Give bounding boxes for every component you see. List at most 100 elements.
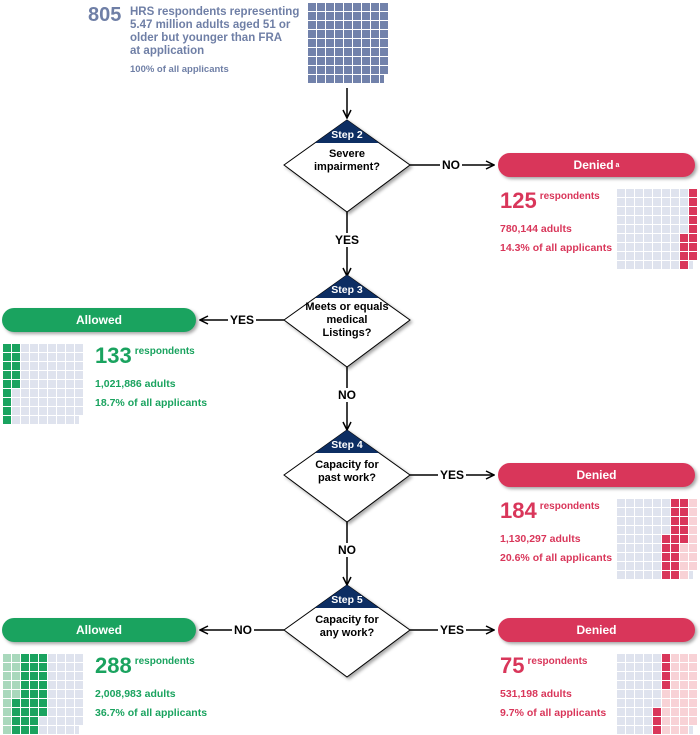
waffle-cell [3, 362, 11, 370]
waffle-cell [617, 544, 625, 552]
denied-step2-footnote: a [615, 161, 620, 169]
intro-count: 805 [88, 4, 122, 26]
waffle-cell [21, 717, 29, 725]
waffle-cell [671, 681, 679, 689]
step2-question-line: Severe [328, 148, 366, 160]
waffle-cell [680, 562, 688, 570]
waffle-cell [30, 407, 38, 415]
denied-step5-waffle [617, 654, 698, 735]
allowed-step5-waffle [3, 654, 84, 735]
waffle-cell [353, 12, 361, 20]
waffle-cell [662, 708, 670, 716]
waffle-cell [66, 708, 74, 716]
waffle-cell [371, 39, 379, 47]
waffle-cell [48, 380, 56, 388]
waffle-cell [662, 243, 670, 251]
waffle-cell [57, 708, 65, 716]
waffle-cell [626, 690, 634, 698]
waffle-cell [689, 672, 697, 680]
waffle-cell [680, 672, 688, 680]
waffle-cell [308, 12, 316, 20]
waffle-cell [39, 389, 47, 397]
waffle-cell [671, 717, 679, 725]
waffle-cell [653, 708, 661, 716]
waffle-cell [635, 261, 643, 269]
waffle-cell [371, 57, 379, 65]
waffle-cell [57, 690, 65, 698]
waffle-cell [21, 681, 29, 689]
waffle-cell [644, 717, 652, 725]
waffle-cell [371, 12, 379, 20]
waffle-cell [75, 362, 83, 370]
waffle-cell [362, 57, 370, 65]
waffle-cell [48, 362, 56, 370]
waffle-cell [12, 380, 20, 388]
waffle-cell [635, 708, 643, 716]
waffle-cell [3, 416, 11, 424]
waffle-cell [653, 535, 661, 543]
waffle-cell [617, 690, 625, 698]
waffle-cell [653, 571, 661, 579]
waffle-cell [617, 234, 625, 242]
waffle-cell [12, 362, 20, 370]
waffle-cell [626, 654, 634, 662]
waffle-cell [3, 717, 11, 725]
waffle-cell [635, 189, 643, 197]
allowed-step5-pill: Allowed [2, 618, 196, 642]
waffle-cell [653, 216, 661, 224]
waffle-cell [653, 225, 661, 233]
waffle-cell [12, 708, 20, 716]
waffle-cell [617, 526, 625, 534]
waffle-cell [362, 12, 370, 20]
waffle-cell [326, 48, 334, 56]
waffle-cell [671, 553, 679, 561]
waffle-cell [671, 499, 679, 507]
waffle-cell [335, 48, 343, 56]
waffle-cell [644, 198, 652, 206]
denied-step2-pill: Denied a [498, 153, 695, 177]
waffle-cell [12, 398, 20, 406]
step3-question-line: medical [326, 314, 368, 326]
waffle-cell [644, 553, 652, 561]
waffle-cell [689, 681, 697, 689]
waffle-cell [57, 717, 65, 725]
waffle-cell [30, 708, 38, 716]
waffle-cell [635, 654, 643, 662]
waffle-cell [3, 690, 11, 698]
waffle-cell [66, 371, 74, 379]
waffle-cell [644, 252, 652, 260]
waffle-cell [362, 39, 370, 47]
step2-title: Step 2 [331, 129, 363, 141]
waffle-cell [689, 216, 697, 224]
waffle-cell [317, 12, 325, 20]
waffle-cell [21, 344, 29, 352]
waffle-cell [39, 398, 47, 406]
waffle-cell [3, 380, 11, 388]
waffle-cell [75, 672, 83, 680]
waffle-cell [39, 371, 47, 379]
waffle-cell [48, 371, 56, 379]
waffle-cell [57, 699, 65, 707]
waffle-cell [39, 380, 47, 388]
waffle-cell [12, 663, 20, 671]
waffle-cell [644, 699, 652, 707]
waffle-cell [653, 207, 661, 215]
waffle-cell [39, 699, 47, 707]
step3-question: Meets or equals medical Listings? [287, 301, 407, 340]
waffle-cell [689, 243, 697, 251]
waffle-cell [75, 344, 83, 352]
waffle-cell [48, 681, 56, 689]
waffle-cell [21, 398, 29, 406]
waffle-cell [335, 75, 343, 83]
waffle-cell [671, 663, 679, 671]
waffle-cell [662, 672, 670, 680]
waffle-cell [353, 57, 361, 65]
waffle-cell [617, 261, 625, 269]
waffle-cell [75, 380, 83, 388]
waffle-cell [3, 699, 11, 707]
waffle-cell [671, 526, 679, 534]
waffle-cell [380, 3, 388, 11]
waffle-cell [617, 243, 625, 251]
waffle-cell [680, 198, 688, 206]
denied-step5-count-label: respondents [527, 656, 588, 667]
